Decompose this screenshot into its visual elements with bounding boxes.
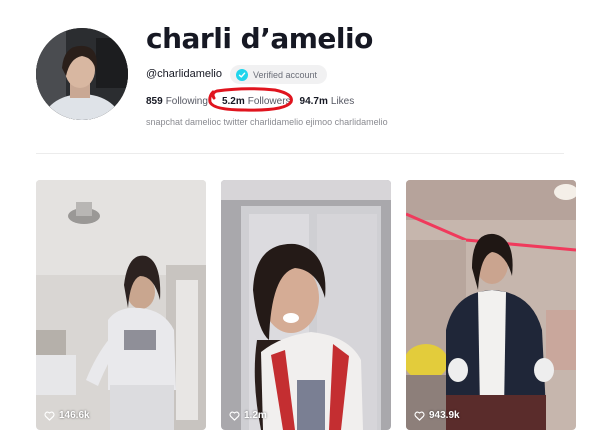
video-card-3[interactable]: 943.9k: [406, 180, 576, 430]
profile-bio: snapchat damelioc twitter charlidamelio …: [146, 117, 388, 127]
video-likes-count-1: 146.6k: [59, 410, 90, 421]
video-card-1[interactable]: 146.6k: [36, 180, 206, 430]
likes-count: 94.7m: [299, 96, 328, 107]
video-likes-1: 146.6k: [44, 410, 90, 421]
video-likes-count-2: 1.2m: [244, 410, 267, 421]
section-divider: [36, 153, 564, 154]
heart-icon: [229, 411, 240, 421]
likes-stat: 94.7m Likes: [300, 96, 355, 107]
video-thumbnail-1: [36, 180, 206, 430]
verified-label: Verified account: [253, 69, 318, 80]
video-likes-count-3: 943.9k: [429, 410, 460, 421]
following-label: Following: [165, 96, 208, 107]
following-stat[interactable]: 859 Following: [146, 96, 208, 107]
heart-icon: [414, 411, 425, 421]
video-card-2[interactable]: 1.2m: [221, 180, 391, 430]
verified-badge: Verified account: [230, 65, 328, 84]
red-circle-annotation: [208, 87, 293, 112]
video-likes-3: 943.9k: [414, 410, 460, 421]
following-count: 859: [146, 96, 163, 107]
likes-label: Likes: [330, 96, 355, 107]
video-thumbnail-2: [221, 180, 391, 430]
profile-handle: @charlidamelio: [146, 68, 222, 80]
profile-avatar[interactable]: [36, 28, 128, 120]
video-likes-2: 1.2m: [229, 410, 267, 421]
heart-icon: [44, 411, 55, 421]
profile-name: charli d’amelio: [146, 22, 373, 55]
video-thumbnail-3: [406, 180, 576, 430]
verified-check-icon: [236, 68, 248, 81]
